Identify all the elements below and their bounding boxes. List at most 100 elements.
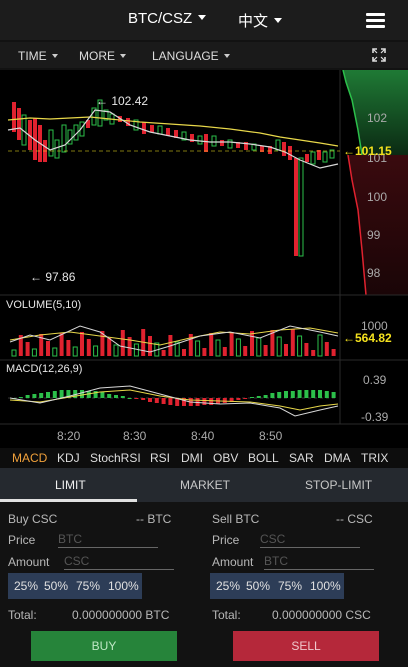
indicator-kdj[interactable]: KDJ: [57, 451, 80, 465]
candle: [305, 154, 309, 162]
fullscreen-icon[interactable]: [372, 48, 386, 62]
indicator-stochrsi[interactable]: StochRSI: [90, 451, 141, 465]
price-tick: 102: [367, 111, 387, 125]
buy-pct-100[interactable]: 100%: [108, 579, 139, 593]
indicator-boll[interactable]: BOLL: [248, 451, 279, 465]
time-tick: 8:20: [57, 429, 81, 443]
language-dropdown[interactable]: LANGUAGE: [152, 49, 230, 63]
macd-bar: [331, 392, 336, 398]
volume-bar: [256, 337, 262, 357]
macd-bar: [222, 398, 227, 403]
macd-bar: [236, 398, 241, 400]
volume-bar: [93, 345, 99, 357]
indicator-dma[interactable]: DMA: [324, 451, 351, 465]
indicator-dmi[interactable]: DMI: [181, 451, 203, 465]
macd-tick: 0.39: [363, 373, 387, 387]
indicator-rsi[interactable]: RSI: [150, 451, 170, 465]
macd-bar: [25, 395, 30, 398]
buy-pct-50[interactable]: 50%: [44, 579, 68, 593]
sell-pct-100[interactable]: 100%: [310, 579, 341, 593]
indicator-bar: MACD KDJ StochRSI RSI DMI OBV BOLL SAR D…: [0, 448, 408, 468]
more-dropdown[interactable]: MORE: [79, 49, 126, 63]
candle: [61, 124, 67, 153]
macd-bar: [297, 390, 302, 398]
candle: [288, 146, 292, 160]
macd-bar: [120, 396, 125, 398]
price-chart[interactable]: ← 102.42 ← 97.86 102 101 100 99 98 ←101.…: [0, 70, 408, 448]
macd-bar: [100, 392, 105, 398]
pair-selector[interactable]: BTC/CSZ: [128, 10, 207, 27]
buy-amount-input[interactable]: CSC: [64, 554, 174, 570]
sell-price-placeholder: CSC: [260, 532, 286, 546]
chart-toolbar: TIME MORE LANGUAGE: [0, 42, 408, 68]
macd-bar: [148, 398, 152, 402]
sell-button[interactable]: SELL: [233, 631, 379, 661]
top-bar: BTC/CSZ 中文: [0, 0, 408, 40]
chevron-down-icon: [198, 14, 207, 20]
volume-bar: [31, 348, 37, 357]
macd-bar: [107, 394, 112, 398]
sell-total-value: 0.000000000 CSC: [272, 608, 371, 622]
sell-price-input[interactable]: CSC: [260, 532, 360, 548]
volume-bar: [107, 338, 112, 356]
sell-pct-50[interactable]: 50%: [246, 579, 270, 593]
macd-tick: -0.39: [361, 410, 389, 424]
hamburger-menu-icon[interactable]: [366, 13, 385, 28]
buy-total-label: Total:: [8, 608, 37, 622]
order-type-tabs: LIMIT MARKET STOP-LIMIT: [0, 468, 408, 502]
indicator-sar[interactable]: SAR: [289, 451, 314, 465]
macd-bar: [161, 398, 166, 404]
indicator-obv[interactable]: OBV: [213, 451, 238, 465]
tab-limit[interactable]: LIMIT: [55, 478, 86, 492]
buy-price-input[interactable]: BTC: [58, 532, 158, 548]
candle: [275, 139, 281, 151]
more-label: MORE: [79, 49, 115, 63]
buy-button[interactable]: BUY: [31, 631, 177, 661]
volume-bar: [11, 349, 17, 357]
time-dropdown[interactable]: TIME: [18, 49, 58, 63]
volume-bar: [161, 350, 166, 356]
language-label: 中文: [238, 13, 269, 30]
indicator-macd[interactable]: MACD: [12, 451, 47, 465]
buy-pct-25[interactable]: 25%: [14, 579, 38, 593]
macd-bar: [277, 392, 282, 398]
buy-percent-selector: 25% 50% 75% 100%: [8, 573, 142, 599]
volume-bar: [215, 339, 221, 357]
macd-bar: [243, 398, 248, 399]
chevron-down-icon: [274, 17, 283, 23]
time-axis: 8:20 8:30 8:40 8:50: [57, 429, 283, 443]
volume-bar: [263, 345, 268, 356]
macd-bar: [134, 398, 139, 399]
sell-header: Sell BTC: [212, 512, 259, 526]
macd-bar: [141, 398, 146, 400]
volume-ma-yellow: [9, 327, 339, 346]
tab-market[interactable]: MARKET: [180, 478, 230, 492]
volume-bar: [250, 331, 254, 356]
sell-pct-25[interactable]: 25%: [216, 579, 240, 593]
macd-bar: [290, 391, 295, 398]
tab-stop-limit[interactable]: STOP-LIMIT: [305, 478, 372, 492]
chevron-down-icon: [223, 53, 230, 58]
sell-amount-input[interactable]: BTC: [264, 554, 374, 570]
candle: [197, 135, 203, 145]
indicator-trix[interactable]: TRIX: [361, 451, 388, 465]
sell-pct-75[interactable]: 75%: [278, 579, 302, 593]
candle: [157, 125, 163, 135]
macd-line-white: [9, 385, 339, 417]
buy-pct-75[interactable]: 75%: [76, 579, 100, 593]
macd-bar: [270, 393, 275, 398]
language-selector[interactable]: 中文: [238, 10, 283, 31]
candle: [54, 139, 60, 159]
volume-current-label: ←564.82: [343, 331, 392, 345]
volume-bar: [229, 332, 234, 356]
pair-label: BTC/CSZ: [128, 10, 193, 27]
volume-bar: [66, 340, 71, 356]
sell-price-label: Price: [212, 533, 240, 547]
sell-percent-selector: 25% 50% 75% 100%: [210, 573, 344, 599]
buy-form: Buy CSC -- BTC Price BTC Amount CSC 25% …: [0, 502, 204, 667]
time-label: TIME: [18, 49, 47, 63]
buy-price-placeholder: BTC: [58, 532, 82, 546]
macd-bar: [80, 390, 84, 398]
candle: [211, 135, 217, 147]
volume-bar: [243, 346, 248, 356]
